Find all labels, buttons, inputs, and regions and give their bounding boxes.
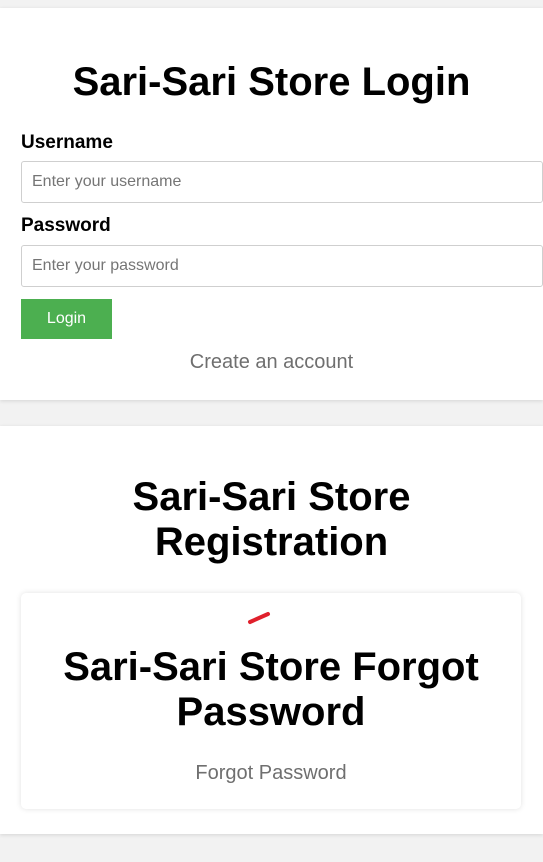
registration-title-line2: Registration bbox=[154, 520, 389, 564]
password-input[interactable] bbox=[21, 245, 543, 287]
forgot-title-line2: Password bbox=[176, 690, 366, 734]
username-input[interactable] bbox=[21, 161, 543, 203]
registration-card: Sari-Sari Store Registration Sari-Sari S… bbox=[0, 426, 543, 834]
forgot-password-card: Sari-Sari Store Forgot Password Forgot P… bbox=[21, 593, 521, 809]
forgot-password-title: Sari-Sari Store Forgot Password bbox=[21, 645, 521, 735]
password-label: Password bbox=[21, 215, 111, 236]
login-title: Sari-Sari Store Login bbox=[72, 60, 471, 104]
registration-title: Sari-Sari Store Registration bbox=[0, 475, 543, 565]
broken-image-icon bbox=[248, 612, 270, 624]
forgot-password-link[interactable]: Forgot Password bbox=[21, 762, 521, 785]
registration-title-line1: Sari-Sari Store bbox=[132, 475, 411, 519]
create-account-link[interactable]: Create an account bbox=[0, 351, 543, 374]
login-card: Sari-Sari Store Login Username Password … bbox=[0, 8, 543, 400]
login-button[interactable]: Login bbox=[21, 299, 112, 339]
forgot-title-line1: Sari-Sari Store Forgot bbox=[63, 645, 479, 689]
username-label: Username bbox=[21, 132, 113, 153]
